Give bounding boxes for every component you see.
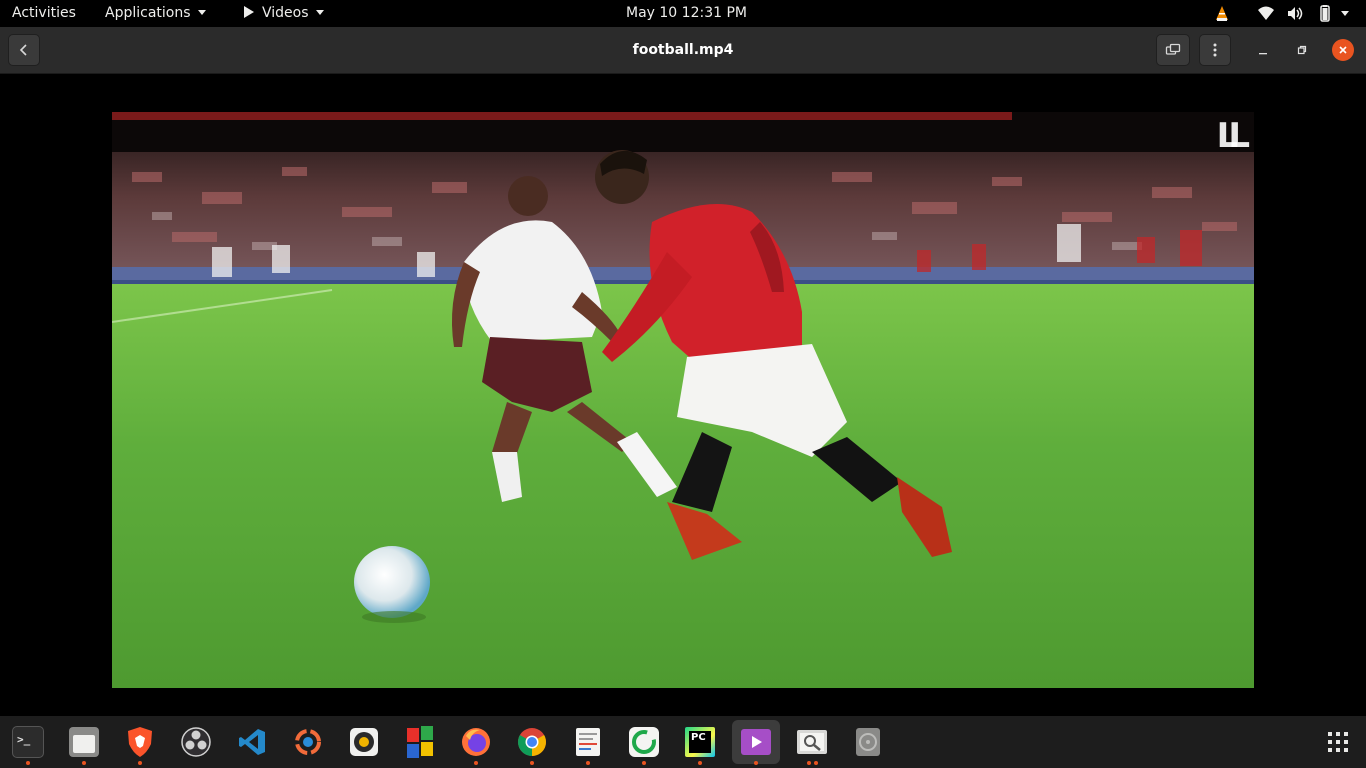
- restore-icon: [1297, 45, 1307, 55]
- power-menu-icon[interactable]: [1340, 10, 1350, 18]
- running-indicator: [82, 761, 86, 765]
- videos-icon: [741, 729, 771, 755]
- running-indicator: [698, 761, 702, 765]
- chevron-down-icon: [315, 10, 324, 15]
- picture-in-picture-button[interactable]: [1156, 34, 1190, 66]
- running-indicator: [586, 761, 590, 765]
- video-frame[interactable]: LL: [112, 112, 1254, 688]
- chevron-down-icon: [197, 10, 206, 15]
- running-indicator: [642, 761, 646, 765]
- applications-label: Applications: [105, 5, 191, 21]
- wifi-icon[interactable]: [1257, 5, 1275, 22]
- running-indicator: [530, 761, 534, 765]
- dock: >_ PC: [0, 716, 1366, 768]
- dock-obs-studio[interactable]: [174, 720, 218, 764]
- dock-brave[interactable]: [118, 720, 162, 765]
- dock-rhythmbox[interactable]: [342, 720, 386, 764]
- disk-utility-icon: [856, 728, 880, 756]
- dock-circle-app[interactable]: [622, 720, 666, 765]
- running-indicator: [814, 761, 818, 765]
- dock-text-editor[interactable]: [566, 720, 610, 765]
- firefox-icon: [462, 728, 490, 756]
- back-button[interactable]: [8, 34, 40, 66]
- app-grid-icon: [1328, 732, 1348, 752]
- dock-vscode[interactable]: [230, 720, 274, 764]
- picture-in-picture-icon: [1165, 43, 1181, 55]
- circle-app-icon: [629, 727, 659, 757]
- pycharm-icon: PC: [685, 727, 715, 757]
- activities-label: Activities: [12, 5, 76, 21]
- current-app-label: Videos: [262, 5, 309, 21]
- menu-button[interactable]: [1199, 34, 1231, 66]
- text-editor-icon: [576, 728, 600, 756]
- top-bar: Activities Applications Videos May 10 12…: [0, 0, 1366, 27]
- minimize-button[interactable]: [1252, 39, 1274, 61]
- restore-button[interactable]: [1291, 39, 1313, 61]
- brave-icon: [128, 727, 152, 757]
- running-indicator: [754, 761, 758, 765]
- running-indicator: [807, 761, 811, 765]
- battery-icon[interactable]: [1316, 5, 1334, 22]
- minimize-icon: [1259, 53, 1267, 55]
- applications-menu[interactable]: Applications: [105, 0, 206, 27]
- postman-icon: [295, 729, 321, 755]
- current-app-menu[interactable]: Videos: [244, 0, 324, 27]
- vscode-icon: [239, 729, 265, 755]
- dock-postman[interactable]: [286, 720, 330, 764]
- image-viewer-icon: [797, 730, 827, 754]
- dock-image-viewer[interactable]: [790, 720, 834, 765]
- close-button[interactable]: [1332, 39, 1354, 61]
- video-area[interactable]: LL: [0, 74, 1366, 716]
- videos-app-icon: [244, 6, 254, 18]
- dock-files[interactable]: [62, 720, 106, 765]
- volume-icon[interactable]: [1286, 5, 1304, 22]
- running-indicator: [138, 761, 142, 765]
- dock-disk-utility[interactable]: [846, 720, 890, 764]
- clock-label: May 10 12:31 PM: [626, 5, 747, 21]
- dock-firefox[interactable]: [454, 720, 498, 765]
- close-icon: [1339, 46, 1347, 54]
- vlc-icon[interactable]: [1214, 5, 1230, 22]
- pycharm-label: PC: [691, 732, 706, 743]
- back-chevron-icon: [19, 44, 27, 56]
- kebab-menu-icon: [1213, 43, 1217, 57]
- football-match-frame: [112, 112, 1254, 688]
- header-bar: football.mp4: [0, 27, 1366, 74]
- clock[interactable]: May 10 12:31 PM: [626, 0, 747, 27]
- chrome-icon: [518, 728, 546, 756]
- broadcaster-watermark: LL: [1216, 116, 1250, 156]
- running-indicator: [26, 761, 30, 765]
- football: [354, 546, 430, 618]
- activities-button[interactable]: Activities: [12, 0, 76, 27]
- dock-chrome[interactable]: [510, 720, 554, 765]
- dock-videos[interactable]: [732, 720, 780, 765]
- show-applications-button[interactable]: [1316, 720, 1360, 764]
- terminal-icon: >_: [12, 726, 44, 758]
- dock-multicolor-app[interactable]: [398, 720, 442, 764]
- rhythmbox-icon: [350, 728, 378, 756]
- running-indicator: [474, 761, 478, 765]
- dock-terminal[interactable]: >_: [6, 720, 50, 765]
- obs-studio-icon: [181, 727, 211, 757]
- files-icon: [69, 727, 99, 757]
- dock-pycharm[interactable]: PC: [678, 720, 722, 765]
- multicolor-app-icon: [407, 726, 433, 758]
